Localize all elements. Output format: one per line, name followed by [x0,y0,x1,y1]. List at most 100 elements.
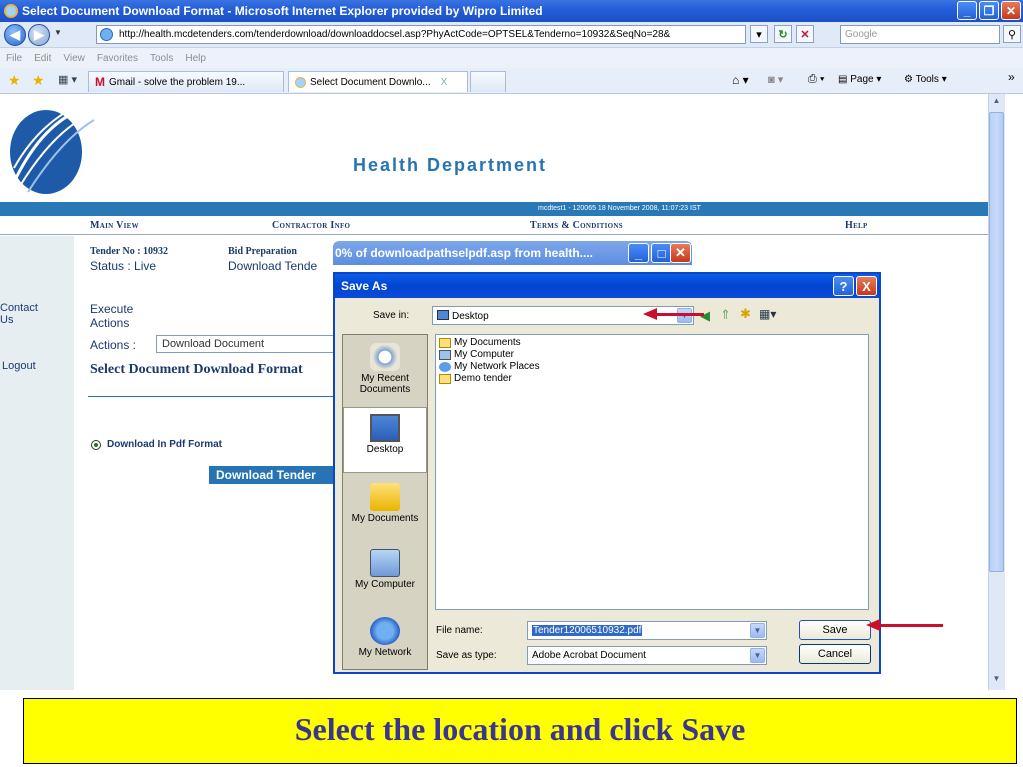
save-as-type-label: Save as type: [436,650,497,661]
arrow-save-in [656,313,704,316]
chevron-down-icon: ▼ [750,648,765,663]
save-button[interactable]: Save [799,620,871,640]
computer-icon [439,349,451,360]
progress-maximize-button[interactable]: □ [651,243,672,263]
view-menu-icon[interactable]: ▦▾ [759,307,776,321]
my-computer-icon [370,549,400,577]
page-icon [100,28,113,41]
up-folder-icon[interactable]: ⇑ [720,307,731,323]
my-network-icon [370,617,400,645]
tab-gmail[interactable]: M Gmail - solve the problem 19... [88,71,284,92]
execute-link[interactable]: Execute [90,302,133,316]
back-button[interactable]: ◀ [4,24,26,46]
site-title: Health Department [353,155,548,175]
bid-preparation-label: Bid Preparation [228,246,297,257]
desktop-place-icon [370,414,400,442]
recent-documents-icon [370,343,400,371]
search-icon[interactable]: ⚲ [1003,25,1021,43]
restore-button[interactable]: ❐ [979,1,999,20]
place-desktop[interactable]: Desktop [343,407,427,473]
actions-select[interactable]: Download Document [156,335,334,353]
file-item-my-network-places[interactable]: My Network Places [439,361,540,372]
dialog-title: Save As [341,279,388,293]
new-folder-icon[interactable]: ✱ [740,306,751,322]
close-window-button[interactable]: ✕ [1001,1,1021,20]
scroll-down-icon[interactable]: ▼ [989,674,1004,688]
pdf-format-radio[interactable] [91,440,101,450]
my-documents-icon [370,483,400,511]
tab-bar: ★ ★ ▦ ▾ M Gmail - solve the problem 19..… [0,68,1023,94]
nav-contractor-info[interactable]: Contractor Info [272,220,350,231]
history-dropdown-icon[interactable]: ▼ [54,28,62,37]
scroll-up-icon[interactable]: ▲ [989,96,1004,110]
file-item-my-documents[interactable]: My Documents [439,337,521,348]
back-folder-icon[interactable]: ◀ [700,308,710,324]
menu-favorites[interactable]: Favorites [97,53,138,64]
cancel-button[interactable]: Cancel [799,644,871,664]
file-item-demo-tender[interactable]: Demo tender [439,373,512,384]
nav-terms-conditions[interactable]: Terms & Conditions [530,220,623,231]
progress-close-button[interactable]: ✕ [670,243,691,263]
feeds-icon[interactable]: ◙ ▾ [768,73,783,86]
quick-tabs-icon[interactable]: ▦ ▾ [58,73,77,86]
nav-help[interactable]: Help [845,220,868,231]
tab-select-document[interactable]: Select Document Downlo... X [288,71,468,92]
favorites-star-icon[interactable]: ★ [8,72,21,89]
minimize-button[interactable]: _ [957,1,977,20]
address-dropdown-icon[interactable]: ▾ [750,25,768,43]
toolbar-overflow-icon[interactable]: » [1008,70,1015,84]
tools-menu[interactable]: ⚙ Tools ▾ [904,74,947,85]
home-icon[interactable]: ⌂ ▾ [732,73,749,87]
place-recent-documents[interactable]: My Recent Documents [343,343,427,395]
place-my-documents[interactable]: My Documents [343,483,427,524]
actions-link[interactable]: Actions [90,316,129,330]
chevron-down-icon: ▼ [750,623,765,638]
section-divider [88,396,334,397]
arrow-save-head [866,619,880,631]
forward-button[interactable]: ▶ [28,24,50,46]
download-tender-button[interactable]: Download Tender [209,466,339,484]
menu-view[interactable]: View [63,53,85,64]
ie-tab-icon [295,76,306,88]
download-tender-link[interactable]: Download Tende [228,259,317,273]
menu-tools[interactable]: Tools [150,53,173,64]
sidebar-logout[interactable]: Logout [2,360,36,372]
dialog-titlebar: Save As ? X [335,274,879,298]
dialog-help-button[interactable]: ? [833,276,854,296]
tender-status: Status : Live [90,259,157,273]
file-name-input[interactable]: Tender12006510932.pdf ▼ [527,621,767,640]
instruction-caption: Select the location and click Save [23,698,1017,764]
nav-main-view[interactable]: Main View [90,220,139,231]
arrow-save [879,624,943,627]
menu-file[interactable]: File [6,53,22,64]
scrollbar-thumb[interactable] [989,112,1004,572]
refresh-icon[interactable]: ↻ [774,25,792,43]
address-toolbar: ◀ ▶ ▼ http://health.mcdetenders.com/tend… [0,22,1023,48]
add-favorites-icon[interactable]: ★ [32,72,45,89]
save-in-label: Save in: [373,310,410,321]
network-icon [439,361,451,372]
menu-edit[interactable]: Edit [34,53,51,64]
progress-minimize-button[interactable]: _ [628,243,649,263]
section-heading: Select Document Download Format [90,362,303,377]
tab-close-icon[interactable]: X [441,77,448,88]
file-item-my-computer[interactable]: My Computer [439,349,514,360]
save-as-type-select[interactable]: Adobe Acrobat Document ▼ [527,646,767,665]
new-tab-button[interactable] [470,71,506,92]
progress-title: 0% of downloadpathselpdf.asp from health… [335,246,594,260]
place-my-network[interactable]: My Network [343,617,427,658]
page-menu[interactable]: ▤ Page ▾ [838,74,881,85]
site-logo [6,98,96,198]
sidebar-contact-us[interactable]: Contact Us [0,302,44,326]
horizontal-scrollbar[interactable] [0,690,1023,698]
place-my-computer[interactable]: My Computer [343,549,427,590]
address-input[interactable]: http://health.mcdetenders.com/tenderdown… [96,25,746,44]
dialog-close-button[interactable]: X [856,276,877,296]
window-title: Select Document Download Format - Micros… [22,4,543,18]
stop-icon[interactable]: ✕ [796,25,814,43]
actions-label: Actions : [90,338,137,352]
arrow-save-in-head [643,308,657,320]
menu-help[interactable]: Help [185,53,206,64]
print-icon[interactable]: ⎙ ▾ [808,73,824,86]
search-input[interactable]: Google [840,25,1000,44]
